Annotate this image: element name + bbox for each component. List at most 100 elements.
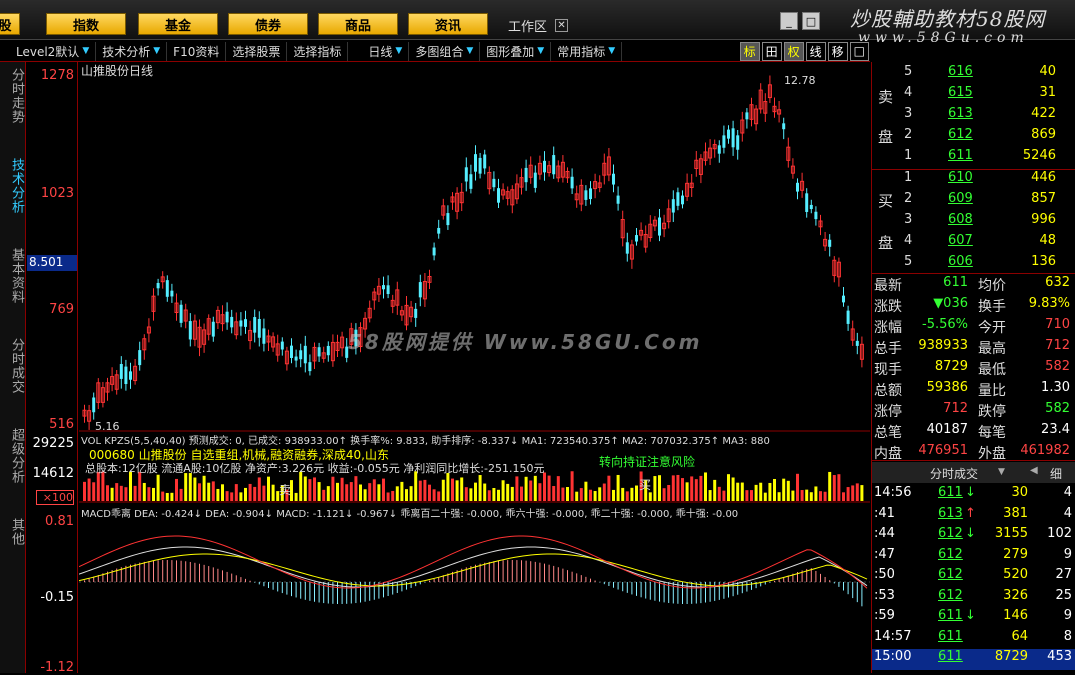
- level-number: 5: [904, 254, 913, 269]
- overlay-button[interactable]: 图形叠加 ▼: [480, 41, 552, 61]
- buy-level-row[interactable]: 3 608 996: [872, 212, 1075, 233]
- volume-bar: [708, 490, 712, 501]
- volume-bar: [837, 474, 841, 501]
- level2-default-button[interactable]: Level2默认 ▼: [10, 41, 97, 61]
- nav-tab-timeshare[interactable]: 分时走势: [2, 68, 24, 124]
- common-indicator-button[interactable]: 常用指标 ▼: [551, 41, 623, 61]
- volume-bar: [345, 484, 349, 501]
- volume-bar: [87, 478, 91, 501]
- vol-tick: 14612: [32, 466, 74, 481]
- current-price-marker: 8.501: [27, 255, 77, 271]
- menu-index-button[interactable]: 指数: [46, 13, 126, 35]
- maximize-icon[interactable]: □: [802, 12, 820, 30]
- volume-bar: [179, 488, 183, 501]
- volume-bar: [773, 478, 776, 501]
- nav-tab-other[interactable]: 其他: [2, 518, 24, 546]
- level-price: 615: [948, 85, 973, 100]
- tick-volume: 381: [1003, 505, 1028, 521]
- rights-button[interactable]: 权: [783, 41, 804, 61]
- sell-level-row[interactable]: 5 616 40: [872, 64, 1075, 85]
- candle-body: [188, 321, 192, 340]
- kline-chart[interactable]: 山推股份日线 12.78 5.16 VOL KPZS(5,5,40,40) 预测…: [79, 62, 870, 673]
- select-indicator-button[interactable]: 选择指标: [287, 41, 349, 61]
- line-button[interactable]: 线: [805, 41, 826, 61]
- buy-level-row[interactable]: 1 610 446: [872, 170, 1075, 191]
- select-stock-button[interactable]: 选择股票: [226, 41, 288, 61]
- nav-tab-basic-info[interactable]: 基本资料: [2, 248, 24, 304]
- menu-commodity-button[interactable]: 商品: [318, 13, 398, 35]
- volume-bar: [317, 482, 321, 501]
- menu-fund-button[interactable]: 基金: [138, 13, 218, 35]
- candle-body: [317, 347, 321, 357]
- volume-bar: [722, 490, 726, 501]
- sell-level-row[interactable]: 2 612 869: [872, 127, 1075, 148]
- f10-button[interactable]: F10资料: [167, 41, 227, 61]
- close-icon[interactable]: ✕: [555, 18, 569, 32]
- sell-level-row[interactable]: 1 611 5246: [872, 148, 1075, 169]
- level-number: 3: [904, 212, 913, 227]
- candle-body: [483, 154, 487, 169]
- volume-bar: [193, 477, 197, 501]
- volume-bar: [428, 484, 431, 501]
- buy-level-row[interactable]: 5 606 136: [872, 254, 1075, 275]
- minimize-icon[interactable]: _: [780, 12, 798, 30]
- watermark-text: 58股网提供 Www.58GU.Com: [348, 330, 703, 354]
- volume-bar: [786, 480, 790, 501]
- ticks-title[interactable]: 分时成交: [930, 465, 978, 482]
- volume-bar: [763, 492, 767, 501]
- candle-body: [303, 345, 307, 364]
- tick-price: 611: [938, 628, 963, 644]
- chevron-left-icon[interactable]: ◀: [1030, 465, 1038, 476]
- sell-level-row[interactable]: 4 615 31: [872, 85, 1075, 106]
- tick-count: 102: [1047, 526, 1072, 541]
- detail-button[interactable]: 细: [1050, 465, 1062, 482]
- volume-bar: [382, 478, 385, 501]
- volume-bar: [717, 486, 721, 501]
- candle-body: [543, 160, 546, 173]
- volume-bar: [745, 490, 749, 501]
- candle-body: [722, 135, 726, 148]
- sell-level-row[interactable]: 3 613 422: [872, 106, 1075, 127]
- stat-label: 总笔: [874, 425, 902, 441]
- mark-button[interactable]: 标: [739, 41, 760, 61]
- volume-bar: [119, 485, 123, 501]
- candle-body: [382, 285, 385, 290]
- volume-bar: [115, 483, 119, 501]
- stat-value: 461982: [1020, 443, 1070, 458]
- tech-analysis-button[interactable]: 技术分析 ▼: [96, 41, 168, 61]
- stat-label: 现手: [874, 362, 902, 378]
- nav-tab-super-analysis[interactable]: 超级分析: [2, 428, 24, 484]
- candle-body: [437, 227, 441, 234]
- menu-stock-button[interactable]: 股: [0, 13, 20, 35]
- nav-tab-trades[interactable]: 分时成交: [2, 338, 24, 394]
- multi-chart-button[interactable]: 多图组合 ▼: [409, 41, 481, 61]
- stat-value: 632: [1045, 275, 1070, 290]
- candle-body: [805, 193, 809, 212]
- chart-toolbar: Level2默认 ▼ 技术分析 ▼ F10资料 选择股票 选择指标 日线 ▼ 多图组合…: [0, 41, 870, 62]
- risk-tip: 转向持证注意风险: [599, 455, 696, 469]
- window-icon[interactable]: □: [849, 41, 869, 61]
- stat-value: 8729: [934, 359, 968, 374]
- volume-bar: [354, 476, 358, 501]
- volume-bar: [731, 477, 735, 501]
- workspace-tab[interactable]: 工作区 ✕: [508, 14, 588, 36]
- volume-bar: [547, 475, 551, 501]
- tick-price: 612: [938, 587, 963, 603]
- volume-bar: [556, 476, 560, 501]
- sell-label: 盘: [878, 128, 894, 146]
- buy-level-row[interactable]: 4 607 48: [872, 233, 1075, 254]
- volume-bar: [552, 486, 556, 501]
- volume-bar: [326, 486, 330, 501]
- move-button[interactable]: 移: [827, 41, 848, 61]
- buy-level-row[interactable]: 2 609 857: [872, 191, 1075, 212]
- menu-bond-button[interactable]: 债券: [228, 13, 308, 35]
- menu-news-button[interactable]: 资讯: [408, 13, 488, 35]
- volume-bar: [432, 489, 436, 501]
- nav-tab-tech-analysis[interactable]: 技术分析: [2, 158, 24, 214]
- volume-bar: [478, 475, 482, 501]
- grid-icon[interactable]: 田: [761, 41, 782, 61]
- chevron-down-icon[interactable]: ▼: [998, 467, 1005, 477]
- stock-info-line2: 总股本:12亿股 流通A股:10亿股 净资产:3.226元 收益:-0.055元…: [85, 462, 545, 475]
- price-tick: 516: [49, 417, 74, 432]
- period-button[interactable]: 日线 ▼: [348, 41, 410, 61]
